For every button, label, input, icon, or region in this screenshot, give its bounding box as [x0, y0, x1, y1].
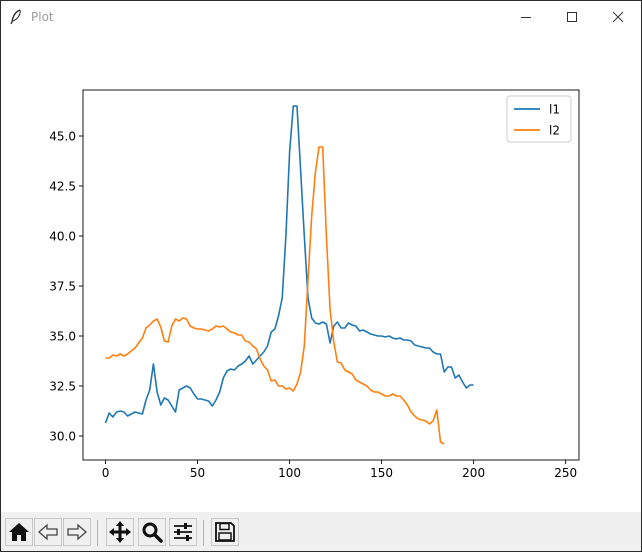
- x-tick-label: 100: [278, 466, 301, 480]
- legend-label-l2: l2: [549, 124, 560, 138]
- toolbar-separator: [97, 520, 98, 546]
- y-tick-label: 40.0: [49, 230, 76, 244]
- x-tick-label: 50: [190, 466, 205, 480]
- x-tick-label: 150: [370, 466, 393, 480]
- maximize-icon: [567, 11, 577, 22]
- configure-subplots-button[interactable]: [169, 518, 197, 546]
- y-tick-label: 32.5: [49, 380, 76, 394]
- save-button[interactable]: [211, 518, 239, 546]
- navigation-toolbar: [1, 512, 641, 551]
- close-button[interactable]: [595, 1, 641, 32]
- window-title: Plot: [31, 10, 54, 24]
- line-chart[interactable]: 0 50 100 150 200 250 30.0 32.5 35.0 37.5 40.0 42.5 4…: [1, 32, 641, 512]
- zoom-icon: [142, 522, 163, 543]
- zoom-button[interactable]: [138, 518, 166, 546]
- save-icon: [215, 522, 235, 542]
- close-icon: [612, 11, 624, 22]
- y-tick-label: 30.0: [49, 430, 76, 444]
- move-icon: [109, 521, 131, 543]
- back-arrow-icon: [38, 523, 58, 541]
- y-tick-label: 42.5: [49, 180, 76, 194]
- y-tick-label: 35.0: [49, 330, 76, 344]
- home-icon: [9, 523, 29, 541]
- minimize-icon: [521, 16, 531, 18]
- sliders-icon: [174, 523, 192, 541]
- figure-canvas[interactable]: 0 50 100 150 200 250 30.0 32.5 35.0 37.5 40.0 42.5 4…: [1, 32, 641, 512]
- maximize-button[interactable]: [549, 1, 595, 32]
- y-tick-label: 45.0: [49, 130, 76, 144]
- legend-box: [506, 95, 572, 143]
- legend-label-l1: l1: [549, 103, 560, 117]
- forward-arrow-icon: [67, 523, 87, 541]
- plot-area[interactable]: [83, 90, 579, 460]
- pan-button[interactable]: [106, 518, 134, 546]
- home-button[interactable]: [5, 518, 33, 546]
- back-button[interactable]: [34, 518, 62, 546]
- x-tick-label: 200: [462, 466, 485, 480]
- y-tick-label: 37.5: [49, 280, 76, 294]
- minimize-button[interactable]: [503, 1, 549, 32]
- plot-window: Plot 0 50 100 150 200 250 30.0 32.5 35.0 37.5 40.0…: [0, 0, 642, 552]
- title-bar[interactable]: Plot: [1, 1, 641, 32]
- feather-icon: [10, 9, 21, 25]
- x-tick-label: 0: [102, 466, 110, 480]
- forward-button[interactable]: [63, 518, 91, 546]
- toolbar-separator: [203, 520, 204, 546]
- x-tick-label: 250: [554, 466, 577, 480]
